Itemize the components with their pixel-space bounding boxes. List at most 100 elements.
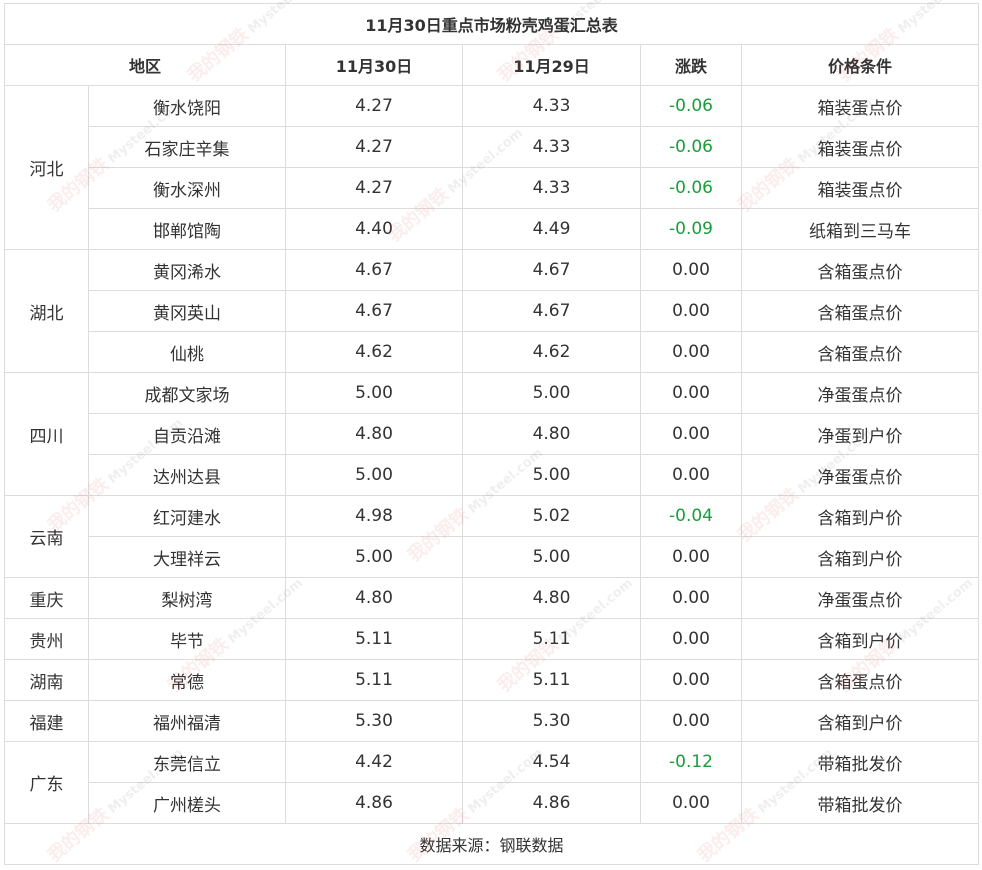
- change-cell: 0.00: [640, 700, 742, 742]
- change-cell: 0.00: [640, 454, 742, 496]
- region-cell: 重庆: [4, 577, 89, 619]
- header-change: 涨跌: [640, 44, 742, 86]
- price-nov29-cell: 4.33: [462, 126, 641, 168]
- price-nov30-cell: 5.00: [285, 372, 463, 414]
- region-cell: 云南: [4, 495, 89, 578]
- table-row: 广州槎头 4.86 4.86 0.00 带箱批发价: [5, 782, 980, 824]
- price-nov30-cell: 5.11: [285, 659, 463, 701]
- market-cell: 常德: [88, 659, 286, 701]
- market-cell: 仙桃: [88, 331, 286, 373]
- price-condition-cell: 含箱到户价: [740, 618, 980, 660]
- market-cell: 黄冈浠水: [88, 249, 286, 291]
- market-cell: 邯郸馆陶: [88, 208, 286, 250]
- market-cell: 自贡沿滩: [88, 413, 286, 455]
- price-condition-cell: 含箱蛋点价: [740, 331, 980, 373]
- price-nov30-cell: 4.67: [285, 290, 463, 332]
- price-nov30-cell: 5.00: [285, 454, 463, 496]
- price-nov29-cell: 5.00: [462, 536, 641, 578]
- table-title: 11月30日重点市场粉壳鸡蛋汇总表: [3, 3, 980, 45]
- price-nov29-cell: 4.80: [462, 577, 641, 619]
- price-nov30-cell: 4.67: [285, 249, 463, 291]
- region-cell: 河北: [4, 85, 89, 250]
- table-row: 大理祥云 5.00 5.00 0.00 含箱到户价: [5, 536, 980, 578]
- price-nov30-cell: 4.62: [285, 331, 463, 373]
- price-nov30-cell: 4.42: [285, 741, 463, 783]
- price-nov29-cell: 5.11: [462, 659, 641, 701]
- change-cell: 0.00: [640, 372, 742, 414]
- change-cell: 0.00: [640, 413, 742, 455]
- price-condition-cell: 箱装蛋点价: [740, 167, 980, 209]
- change-cell: 0.00: [640, 577, 742, 619]
- table-row: 湖北 黄冈浠水 4.67 4.67 0.00 含箱蛋点价: [4, 249, 980, 373]
- price-condition-cell: 净蛋到户价: [740, 413, 980, 455]
- table-body: 河北 衡水饶阳 4.27 4.33 -0.06 箱装蛋点价 石家庄辛集 4.27 4.33 -0.…: [4, 85, 980, 824]
- table-row: 福建 福州福清 5.30 5.30 0.00 含箱到户价: [4, 700, 980, 742]
- price-nov29-cell: 5.30: [462, 700, 641, 742]
- change-cell: -0.06: [640, 167, 742, 209]
- price-nov29-cell: 4.33: [462, 85, 641, 127]
- price-condition-cell: 带箱批发价: [740, 741, 980, 783]
- price-nov30-cell: 4.86: [285, 782, 463, 824]
- change-cell: 0.00: [640, 782, 742, 824]
- change-cell: -0.12: [640, 741, 742, 783]
- change-cell: 0.00: [640, 331, 742, 373]
- table-row: 贵州 毕节 5.11 5.11 0.00 含箱到户价: [4, 618, 980, 660]
- price-nov29-cell: 4.49: [462, 208, 641, 250]
- market-cell: 东莞信立: [88, 741, 286, 783]
- price-nov30-cell: 4.27: [285, 126, 463, 168]
- price-nov29-cell: 4.67: [462, 290, 641, 332]
- table-row: 邯郸馆陶 4.40 4.49 -0.09 纸箱到三马车: [5, 208, 980, 250]
- market-cell: 达州达县: [88, 454, 286, 496]
- price-nov29-cell: 4.67: [462, 249, 641, 291]
- price-nov30-cell: 4.98: [285, 495, 463, 537]
- region-cell: 湖南: [4, 659, 89, 701]
- change-cell: 0.00: [640, 249, 742, 291]
- market-cell: 梨树湾: [88, 577, 286, 619]
- price-nov29-cell: 5.02: [462, 495, 641, 537]
- price-nov30-cell: 4.27: [285, 85, 463, 127]
- price-condition-cell: 含箱到户价: [740, 495, 980, 537]
- price-nov30-cell: 4.27: [285, 167, 463, 209]
- region-cell: 广东: [4, 741, 89, 824]
- price-nov29-cell: 4.54: [462, 741, 641, 783]
- price-nov29-cell: 4.86: [462, 782, 641, 824]
- market-cell: 黄冈英山: [88, 290, 286, 332]
- table-row: 重庆 梨树湾 4.80 4.80 0.00 净蛋蛋点价: [4, 577, 980, 619]
- price-nov29-cell: 4.62: [462, 331, 641, 373]
- market-cell: 毕节: [88, 618, 286, 660]
- market-cell: 衡水深州: [88, 167, 286, 209]
- region-cell: 湖北: [4, 249, 89, 373]
- change-cell: 0.00: [640, 659, 742, 701]
- price-condition-cell: 含箱蛋点价: [740, 290, 980, 332]
- price-nov30-cell: 5.30: [285, 700, 463, 742]
- price-condition-cell: 纸箱到三马车: [740, 208, 980, 250]
- price-condition-cell: 含箱到户价: [740, 700, 980, 742]
- market-cell: 大理祥云: [88, 536, 286, 578]
- change-cell: -0.04: [640, 495, 742, 537]
- table-row: 衡水深州 4.27 4.33 -0.06 箱装蛋点价: [5, 167, 980, 209]
- price-condition-cell: 含箱蛋点价: [740, 249, 980, 291]
- price-condition-cell: 带箱批发价: [740, 782, 980, 824]
- change-cell: -0.06: [640, 85, 742, 127]
- table-row: 自贡沿滩 4.80 4.80 0.00 净蛋到户价: [5, 413, 980, 455]
- price-condition-cell: 箱装蛋点价: [740, 126, 980, 168]
- market-cell: 福州福清: [88, 700, 286, 742]
- price-nov30-cell: 4.40: [285, 208, 463, 250]
- price-condition-cell: 含箱蛋点价: [740, 659, 980, 701]
- price-nov29-cell: 5.11: [462, 618, 641, 660]
- price-nov30-cell: 5.00: [285, 536, 463, 578]
- price-condition-cell: 含箱到户价: [740, 536, 980, 578]
- table-row: 四川 成都文家场 5.00 5.00 0.00 净蛋蛋点价: [4, 372, 980, 496]
- price-nov30-cell: 4.80: [285, 413, 463, 455]
- price-condition-cell: 箱装蛋点价: [740, 85, 980, 127]
- change-cell: 0.00: [640, 618, 742, 660]
- market-cell: 成都文家场: [88, 372, 286, 414]
- header-region: 地区: [4, 44, 286, 86]
- table-row: 达州达县 5.00 5.00 0.00 净蛋蛋点价: [5, 454, 980, 496]
- change-cell: -0.09: [640, 208, 742, 250]
- table-row: 河北 衡水饶阳 4.27 4.33 -0.06 箱装蛋点价: [4, 85, 980, 250]
- change-cell: -0.06: [640, 126, 742, 168]
- table-row: 广东 东莞信立 4.42 4.54 -0.12 带箱批发价: [4, 741, 980, 824]
- table-row: 石家庄辛集 4.27 4.33 -0.06 箱装蛋点价: [5, 126, 980, 168]
- price-condition-cell: 净蛋蛋点价: [740, 454, 980, 496]
